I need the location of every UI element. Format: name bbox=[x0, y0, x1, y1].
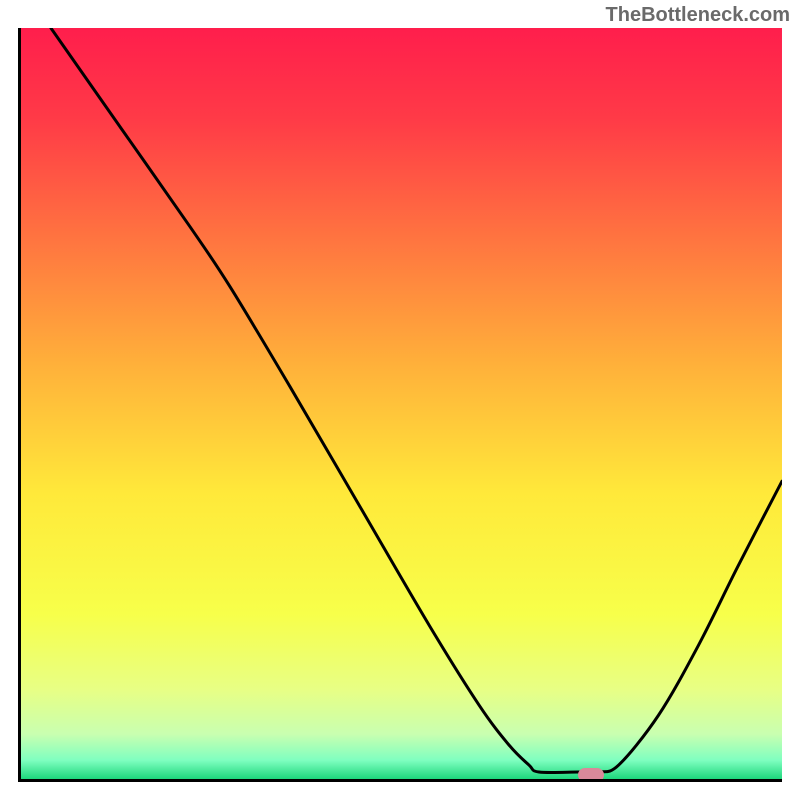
optimal-point-marker bbox=[578, 768, 604, 782]
chart-plot-area bbox=[18, 28, 782, 782]
chart-curve bbox=[21, 28, 782, 779]
watermark-text: TheBottleneck.com bbox=[606, 4, 790, 27]
